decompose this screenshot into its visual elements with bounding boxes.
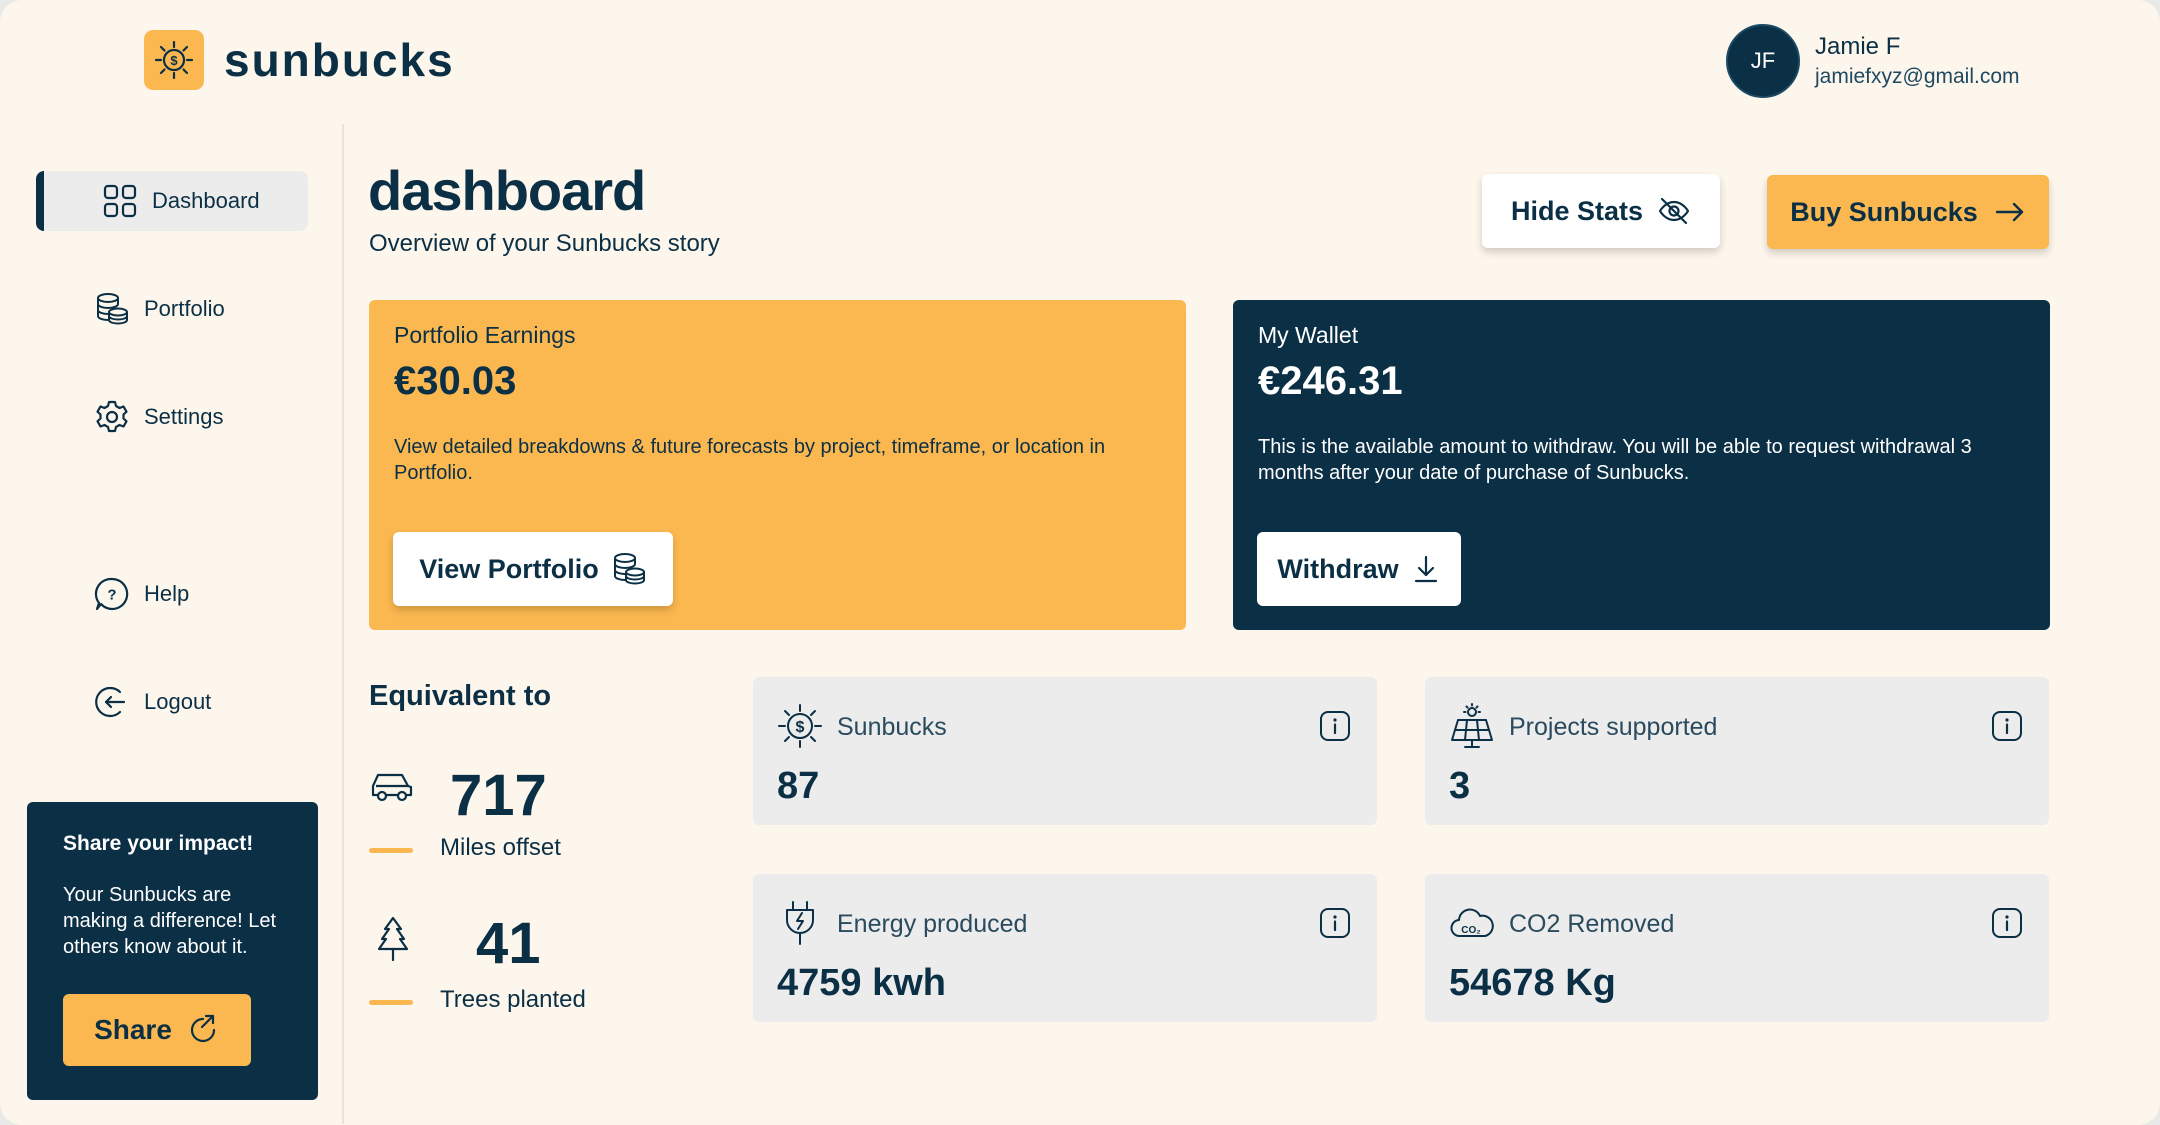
miles-offset-value: 717 [450, 763, 547, 828]
earnings-amount: €30.03 [394, 359, 517, 403]
user-profile[interactable]: JF Jamie F jamiefxyz@gmail.com [1726, 24, 2020, 98]
stat-value: 87 [777, 765, 820, 807]
tree-icon [377, 916, 409, 962]
sidebar-item-portfolio[interactable]: Portfolio [36, 279, 308, 339]
view-portfolio-button[interactable]: View Portfolio [393, 532, 673, 606]
user-name: Jamie F [1815, 33, 1901, 60]
stat-value: 3 [1449, 765, 1471, 807]
sidebar-item-settings[interactable]: Settings [36, 387, 308, 447]
info-icon[interactable] [1319, 710, 1351, 742]
download-icon [1414, 555, 1437, 583]
stat-card-projects: Projects supported 3 [1425, 677, 2049, 825]
info-icon[interactable] [1991, 710, 2023, 742]
accent-dash [369, 1000, 413, 1005]
stat-label: Sunbucks [837, 713, 947, 741]
coins-icon [97, 293, 128, 325]
share-body: Your Sunbucks are making a difference! L… [63, 884, 277, 958]
share-impact-card: Share your impact! Your Sunbucks are mak… [27, 802, 318, 1100]
eye-off-icon [1658, 197, 1690, 225]
portfolio-earnings-card: Portfolio Earnings €30.03 View detailed … [369, 300, 1186, 630]
sidebar-item-label: Portfolio [144, 296, 225, 321]
logout-icon [95, 686, 126, 718]
info-icon[interactable] [1991, 907, 2023, 939]
stat-label: Projects supported [1509, 713, 1718, 741]
share-button-label: Share [94, 1014, 172, 1045]
hide-stats-button[interactable]: Hide Stats [1482, 174, 1720, 248]
arrow-right-icon [1995, 202, 2023, 222]
plug-icon [786, 901, 814, 945]
svg-text:?: ? [107, 587, 116, 604]
brand-name: sunbucks [224, 34, 455, 86]
sidebar-item-label: Settings [144, 404, 224, 429]
page-title: dashboard [368, 159, 646, 222]
svg-text:$: $ [170, 53, 178, 68]
solar-panel-icon [1451, 703, 1493, 748]
stat-card-co2: CO₂ CO2 Removed 54678 Kg [1425, 874, 2049, 1022]
sun-coin-icon: $ [778, 704, 822, 748]
withdraw-label: Withdraw [1277, 553, 1399, 584]
svg-text:$: $ [796, 719, 805, 736]
avatar[interactable]: JF [1726, 24, 1800, 98]
stat-label: Energy produced [837, 910, 1028, 938]
grid-icon [103, 184, 137, 218]
sidebar-item-label: Dashboard [152, 188, 260, 213]
svg-text:CO₂: CO₂ [1461, 925, 1480, 936]
share-button[interactable]: Share [63, 994, 251, 1066]
stat-value: 54678 Kg [1449, 962, 1616, 1004]
stat-label: CO2 Removed [1509, 910, 1675, 938]
hide-stats-label: Hide Stats [1510, 195, 1644, 226]
stat-card-sunbucks: $ Sunbucks 87 [753, 677, 1377, 825]
withdraw-button[interactable]: Withdraw [1257, 532, 1461, 606]
miles-offset-label: Miles offset [440, 834, 561, 861]
car-icon [371, 773, 413, 802]
wallet-description: This is the available amount to withdraw… [1258, 436, 1972, 484]
share-title: Share your impact! [63, 832, 254, 855]
sidebar-item-logout[interactable]: Logout [36, 672, 308, 732]
sidebar-item-label: Logout [144, 689, 212, 714]
sidebar-item-label: Help [144, 581, 190, 606]
user-email: jamiefxyz@gmail.com [1815, 65, 2020, 88]
trees-planted-label: Trees planted [440, 986, 586, 1013]
co2-cloud-icon: CO₂ [1450, 908, 1494, 937]
sidebar-divider [342, 124, 344, 1124]
logo[interactable]: $ sunbucks [144, 30, 455, 90]
coins-icon [613, 553, 645, 585]
earnings-description: View detailed breakdowns & future foreca… [394, 436, 1106, 484]
sidebar-item-help[interactable]: ? Help [36, 564, 308, 624]
earnings-label: Portfolio Earnings [394, 322, 576, 348]
wallet-amount: €246.31 [1258, 359, 1403, 403]
view-portfolio-label: View Portfolio [419, 553, 599, 584]
sun-logo-icon: $ [144, 30, 204, 90]
buy-sunbucks-label: Buy Sunbucks [1790, 196, 1978, 227]
accent-dash [369, 848, 413, 853]
stat-card-energy: Energy produced 4759 kwh [753, 874, 1377, 1022]
info-icon[interactable] [1319, 907, 1351, 939]
help-icon: ? [94, 577, 129, 611]
gear-icon [96, 400, 128, 433]
buy-sunbucks-button[interactable]: Buy Sunbucks [1767, 175, 2049, 249]
equivalent-title: Equivalent to [369, 680, 552, 712]
stat-value: 4759 kwh [777, 962, 946, 1004]
sidebar-item-dashboard[interactable]: Dashboard [36, 171, 308, 231]
my-wallet-card: My Wallet €246.31 This is the available … [1233, 300, 2050, 630]
wallet-label: My Wallet [1258, 322, 1359, 348]
page-subtitle: Overview of your Sunbucks story [369, 230, 720, 257]
share-icon [190, 1014, 216, 1043]
app-frame: $ sunbucks JF Jamie F jamiefxyz@gmail.co… [0, 0, 2160, 1125]
trees-planted-value: 41 [476, 911, 541, 976]
